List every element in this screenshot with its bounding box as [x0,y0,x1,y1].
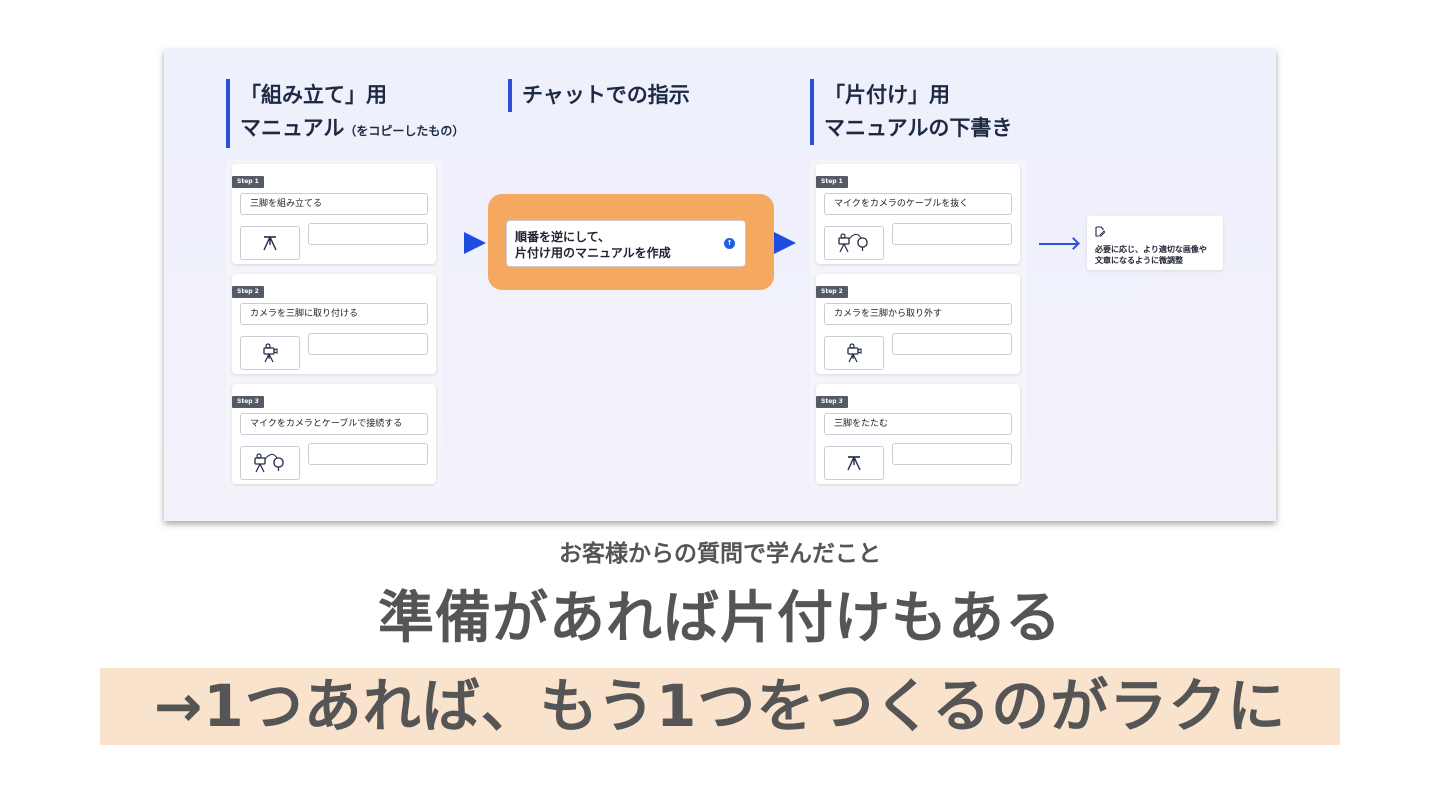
step-memo-field[interactable] [308,333,428,355]
middle-column-title: チャットでの指示 [508,79,690,112]
right-steps-column: Step 1 マイクをカメラのケーブルを抜く Step 2 カメラを三脚から取り… [810,159,1026,489]
flow-arrow-icon [464,232,486,254]
caption-highlight: →1つあれば、もう1つをつくるのがラクに [153,672,1287,740]
left-step-card-2: Step 2 カメラを三脚に取り付ける [232,274,436,374]
left-title-line2: マニュアル [240,116,345,140]
slide-panel: 「組み立て」用 マニュアル（をコピーしたもの） チャットでの指示 「片付け」用 … [164,49,1276,521]
camera-on-tripod-icon[interactable] [240,336,300,370]
step-badge: Step 1 [232,176,264,188]
step-text-field[interactable]: 三脚をたたむ [824,413,1012,435]
note-line-1: 必要に応じ、より適切な画像や [1095,245,1207,254]
step-badge: Step 1 [816,176,848,188]
left-title-note: （をコピーしたもの） [344,124,465,138]
flow-arrow-icon [774,232,796,254]
long-arrow-icon [1039,243,1077,245]
step-memo-field[interactable] [892,333,1012,355]
right-title-line1: 「片付け」用 [824,83,950,107]
step-text-field[interactable]: カメラを三脚から取り外す [824,303,1012,325]
right-title-line2: マニュアルの下書き [824,116,1013,140]
step-text-field[interactable]: マイクをカメラのケーブルを抜く [824,193,1012,215]
chat-highlight-frame: 順番を逆にして、 片付け用のマニュアルを作成 ↑ [488,194,774,290]
step-badge: Step 3 [816,396,848,408]
left-column-title: 「組み立て」用 マニュアル（をコピーしたもの） [226,79,464,148]
chat-input[interactable]: 順番を逆にして、 片付け用のマニュアルを作成 ↑ [506,220,746,267]
left-step-card-1: Step 1 三脚を組み立てる [232,164,436,264]
chat-line-2: 片付け用のマニュアルを作成 [515,246,671,260]
note-line-2: 文章になるように微調整 [1095,256,1183,265]
right-step-card-2: Step 2 カメラを三脚から取り外す [816,274,1020,374]
step-memo-field[interactable] [308,223,428,245]
tripod-icon[interactable] [824,446,884,480]
step-badge: Step 2 [816,286,848,298]
step-text-field[interactable]: マイクをカメラとケーブルで接続する [240,413,428,435]
step-badge: Step 2 [232,286,264,298]
caption-subtitle: お客様からの質問で学んだこと [559,541,881,567]
tripod-icon[interactable] [240,226,300,260]
step-text-field[interactable]: カメラを三脚に取り付ける [240,303,428,325]
camera-mic-cable-icon[interactable] [824,226,884,260]
left-step-card-3: Step 3 マイクをカメラとケーブルで接続する [232,384,436,484]
caption-headline: 準備があれば片付けもある [378,586,1062,651]
camera-mic-cable-icon[interactable] [240,446,300,480]
step-memo-field[interactable] [892,223,1012,245]
step-badge: Step 3 [232,396,264,408]
right-column-title: 「片付け」用 マニュアルの下書き [810,79,1012,145]
middle-title: チャットでの指示 [522,83,690,107]
step-text-field[interactable]: 三脚を組み立てる [240,193,428,215]
right-step-card-1: Step 1 マイクをカメラのケーブルを抜く [816,164,1020,264]
edit-note-icon [1095,222,1223,241]
camera-on-tripod-icon[interactable] [824,336,884,370]
send-icon[interactable]: ↑ [724,238,735,249]
chat-line-1: 順番を逆にして、 [515,230,611,244]
left-title-line1: 「組み立て」用 [240,83,387,107]
step-memo-field[interactable] [308,443,428,465]
right-step-card-3: Step 3 三脚をたたむ [816,384,1020,484]
adjust-note: 必要に応じ、より適切な画像や 文章になるように微調整 [1087,216,1223,270]
left-steps-column: Step 1 三脚を組み立てる Step 2 カメラを三脚に取り付ける Step… [226,159,442,489]
step-memo-field[interactable] [892,443,1012,465]
